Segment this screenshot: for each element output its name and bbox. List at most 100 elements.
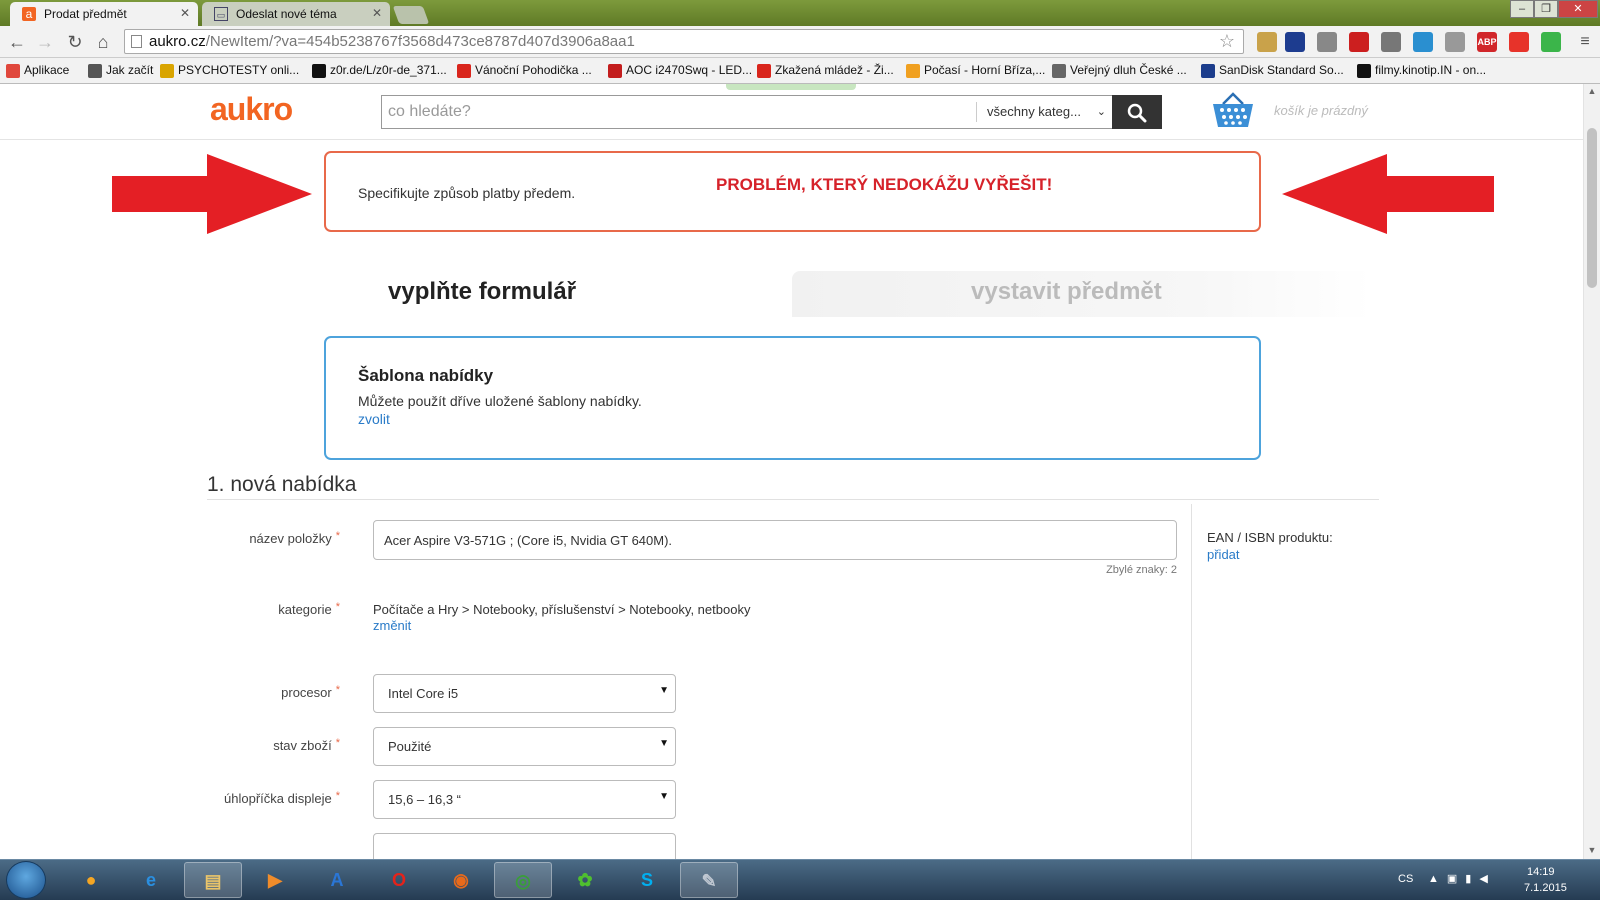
globe-icon <box>1052 64 1066 78</box>
language-indicator[interactable]: CS <box>1398 873 1413 885</box>
bookmark-item[interactable]: Aplikace <box>6 63 70 78</box>
bookmark-item[interactable]: AOC i2470Swq - LED... <box>608 63 752 78</box>
display-size-select[interactable]: 15,6 – 16,3 “ ▼ <box>373 780 676 819</box>
site-header: aukro všechny kateg... ⌄ <box>0 84 1583 140</box>
extension-bird-icon[interactable] <box>1257 32 1277 52</box>
sandisk-icon <box>1201 64 1215 78</box>
reload-icon[interactable]: ↻ <box>64 31 86 53</box>
aukro-logo[interactable]: aukro <box>210 91 293 128</box>
display-size-label: úhlopříčka displeje * <box>224 790 340 806</box>
grid-ext-icon[interactable] <box>1381 32 1401 52</box>
shop-icon <box>608 64 622 78</box>
dropdown-caret-icon: ▼ <box>659 685 669 696</box>
red-arrow-left <box>1282 154 1494 234</box>
close-window-button[interactable]: ✕ <box>1558 0 1598 18</box>
minimize-window-button[interactable]: – <box>1510 0 1534 18</box>
required-marker: * <box>335 737 340 749</box>
chat-ext-icon[interactable] <box>1541 32 1561 52</box>
scroll-down-icon[interactable]: ▼ <box>1584 845 1600 857</box>
search-input[interactable] <box>382 96 972 128</box>
taskbar-app-appstore[interactable]: A <box>308 862 366 898</box>
address-bar[interactable]: aukro.cz/NewItem/?va=454b5238767f3568d47… <box>124 29 1244 54</box>
choose-template-link[interactable]: zvolit <box>358 411 390 427</box>
page-viewport: aukro všechny kateg... ⌄ <box>0 84 1583 859</box>
tab-prodat-predmet[interactable]: a Prodat předmět ✕ <box>10 2 198 26</box>
shopping-basket-icon[interactable] <box>1210 92 1256 133</box>
url-path: /NewItem/?va=454b5238767f3568d473ce8787d… <box>205 33 635 50</box>
adblock-plus-icon[interactable]: ABP <box>1477 32 1497 52</box>
scroll-thumb[interactable] <box>1587 128 1597 288</box>
step-list-item[interactable]: vystavit předmět <box>971 278 1162 306</box>
taskbar-app-explorer[interactable]: ▤ <box>184 862 242 898</box>
taskbar-app-messenger[interactable]: ● <box>62 862 120 898</box>
tab-label: Odeslat nové téma <box>236 7 337 21</box>
avast-icon[interactable] <box>1509 32 1529 52</box>
taskbar-app-internet-explorer[interactable]: e <box>122 862 180 898</box>
browser-tab-strip: a Prodat předmět ✕ ▭ Odeslat nové téma ✕… <box>0 0 1600 26</box>
processor-select[interactable]: Intel Core i5 ▼ <box>373 674 676 713</box>
bookmark-item[interactable]: SanDisk Standard So... <box>1201 63 1344 78</box>
required-marker: * <box>335 601 340 613</box>
category-select[interactable]: všechny kateg... ⌄ <box>976 102 1114 122</box>
tab-odeslat-nove-tema[interactable]: ▭ Odeslat nové téma ✕ <box>202 2 390 26</box>
back-arrow-icon[interactable]: ← <box>6 31 28 53</box>
bookmark-label: Aplikace <box>24 63 70 77</box>
template-title: Šablona nabídky <box>358 366 494 385</box>
page-scrollbar[interactable]: ▲ ▼ <box>1583 84 1600 859</box>
taskbar-app-icq[interactable]: ✿ <box>556 862 614 898</box>
crown-icon <box>160 64 174 78</box>
close-tab-icon[interactable]: ✕ <box>372 6 382 20</box>
chrome-menu-icon[interactable]: ≡ <box>1574 31 1596 53</box>
bookmark-item[interactable]: Vánoční Pohodička ... <box>457 63 592 78</box>
youtube-icon <box>757 64 771 78</box>
add-ean-link[interactable]: přidat <box>1207 547 1240 562</box>
table-ext-icon[interactable] <box>1445 32 1465 52</box>
system-tray-icons[interactable]: ▲▣▮◀ <box>1428 872 1496 885</box>
taskbar-app-chrome[interactable]: ◎ <box>494 862 552 898</box>
taskbar-app-skype[interactable]: S <box>618 862 676 898</box>
category-label: kategorie * <box>278 601 340 617</box>
condition-select[interactable]: Použité ▼ <box>373 727 676 766</box>
bookmark-item[interactable]: Veřejný dluh České ... <box>1052 63 1187 78</box>
condition-label: stav zboží * <box>273 737 340 753</box>
new-tab-button[interactable] <box>392 6 430 24</box>
bookmark-label: filmy.kinotip.IN - on... <box>1375 63 1487 77</box>
home-icon[interactable]: ⌂ <box>92 31 114 53</box>
processor-select-value: Intel Core i5 <box>388 686 459 701</box>
calendar-ext-icon[interactable] <box>1317 32 1337 52</box>
search-box: všechny kateg... ⌄ <box>381 95 1113 129</box>
payment-error-alert: Specifikujte způsob platby předem. PROBL… <box>324 151 1261 232</box>
clock-time[interactable]: 14:19 <box>1527 866 1555 878</box>
item-title-input[interactable] <box>373 520 1177 560</box>
close-tab-icon[interactable]: ✕ <box>180 6 190 20</box>
bookmark-item[interactable]: z0r.de/L/z0r-de_371... <box>312 63 447 78</box>
restore-window-button[interactable]: ❐ <box>1534 0 1558 18</box>
bookmark-item[interactable]: PSYCHOTESTY onli... <box>160 63 299 78</box>
lastpass-icon[interactable] <box>1349 32 1369 52</box>
category-path: Počítače a Hry > Notebooky, příslušenstv… <box>373 602 751 617</box>
taskbar-app-firefox[interactable]: ◉ <box>432 862 490 898</box>
taskbar-app-paint[interactable]: ✎ <box>680 862 738 898</box>
z0r-icon <box>312 64 326 78</box>
next-field-select[interactable] <box>373 833 676 859</box>
bookmark-item[interactable]: Počasí - Horní Bříza,... <box>906 63 1045 78</box>
screen-ext-icon[interactable] <box>1413 32 1433 52</box>
forward-arrow-icon[interactable]: → <box>34 31 56 53</box>
chevron-down-icon: ⌄ <box>1096 106 1106 118</box>
uk-flag-icon[interactable] <box>1285 32 1305 52</box>
start-button[interactable] <box>6 861 46 899</box>
taskbar-app-media-player[interactable]: ▶ <box>246 862 304 898</box>
search-button[interactable] <box>1112 95 1162 129</box>
bookmark-item[interactable]: Jak začít <box>88 63 154 78</box>
apps-grid-icon <box>6 64 20 78</box>
change-category-link[interactable]: změnit <box>373 618 411 633</box>
cart-status[interactable]: košík je prázdný <box>1274 103 1368 118</box>
bookmark-item[interactable]: filmy.kinotip.IN - on... <box>1357 63 1487 78</box>
clock-date[interactable]: 7.1.2015 <box>1524 882 1567 894</box>
bookmark-label: Jak začít <box>106 63 154 77</box>
bookmark-item[interactable]: Zkažená mládež - Ži... <box>757 63 894 78</box>
taskbar-app-opera[interactable]: O <box>370 862 428 898</box>
page-icon <box>88 64 102 78</box>
scroll-up-icon[interactable]: ▲ <box>1584 86 1600 98</box>
bookmark-star-icon[interactable]: ☆ <box>1219 30 1235 53</box>
